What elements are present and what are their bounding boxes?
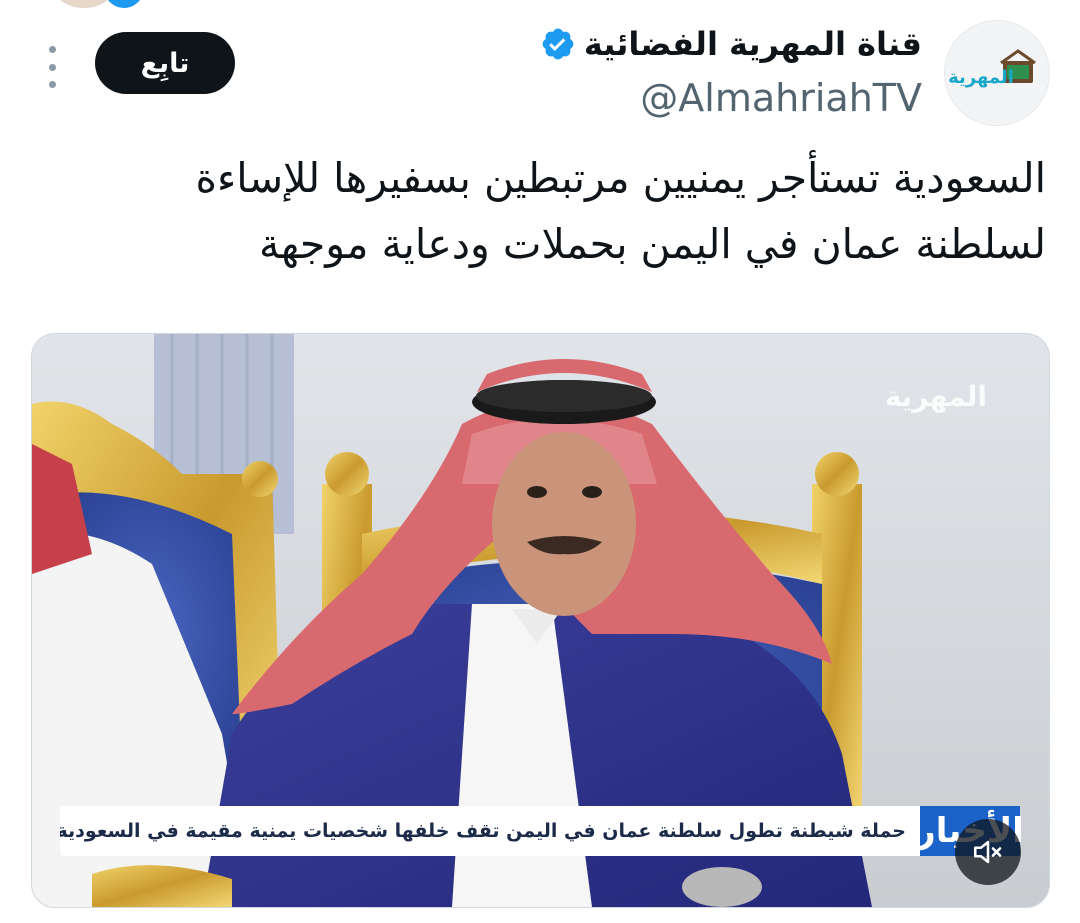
previous-badge-stub [104,0,144,8]
follow-button[interactable]: تابِع [95,32,235,94]
user-handle[interactable]: @AlmahriahTV [362,76,922,120]
tweet-text-line-2: لسلطنة عمان في اليمن بحملات ودعاية موجهة [259,220,1046,268]
video-watermark: المهرية [884,380,987,413]
display-name[interactable]: قناة المهرية الفضائية [584,25,922,63]
tweet-header: تابِع قناة المهرية الفضائية @AlmahriahTV… [30,18,1050,128]
tweet-text-line-1: السعودية تستأجر يمنيين مرتبطين بسفيرها ل… [195,154,1046,202]
video-player[interactable]: المهرية حملة شيطنة تطول سلطنة عمان في ال… [31,333,1050,908]
tweet-page: تابِع قناة المهرية الفضائية @AlmahriahTV… [0,0,1080,923]
volume-muted-icon [973,840,1002,864]
ticker-text: حملة شيطنة تطول سلطنة عمان في اليمن تقف … [60,806,920,856]
more-options-icon[interactable] [44,46,60,88]
verified-badge-icon [542,28,574,60]
channel-logo-icon: المهرية [948,49,1036,88]
news-ticker: حملة شيطنة تطول سلطنة عمان في اليمن تقف … [60,806,1024,856]
avatar[interactable]: المهرية [944,20,1050,126]
tweet-text: السعودية تستأجر يمنيين مرتبطين بسفيرها ل… [86,145,1046,277]
author-info[interactable]: قناة المهرية الفضائية @AlmahriahTV [362,18,922,120]
unmute-button[interactable] [955,819,1021,885]
svg-text:المهرية: المهرية [948,67,1014,88]
